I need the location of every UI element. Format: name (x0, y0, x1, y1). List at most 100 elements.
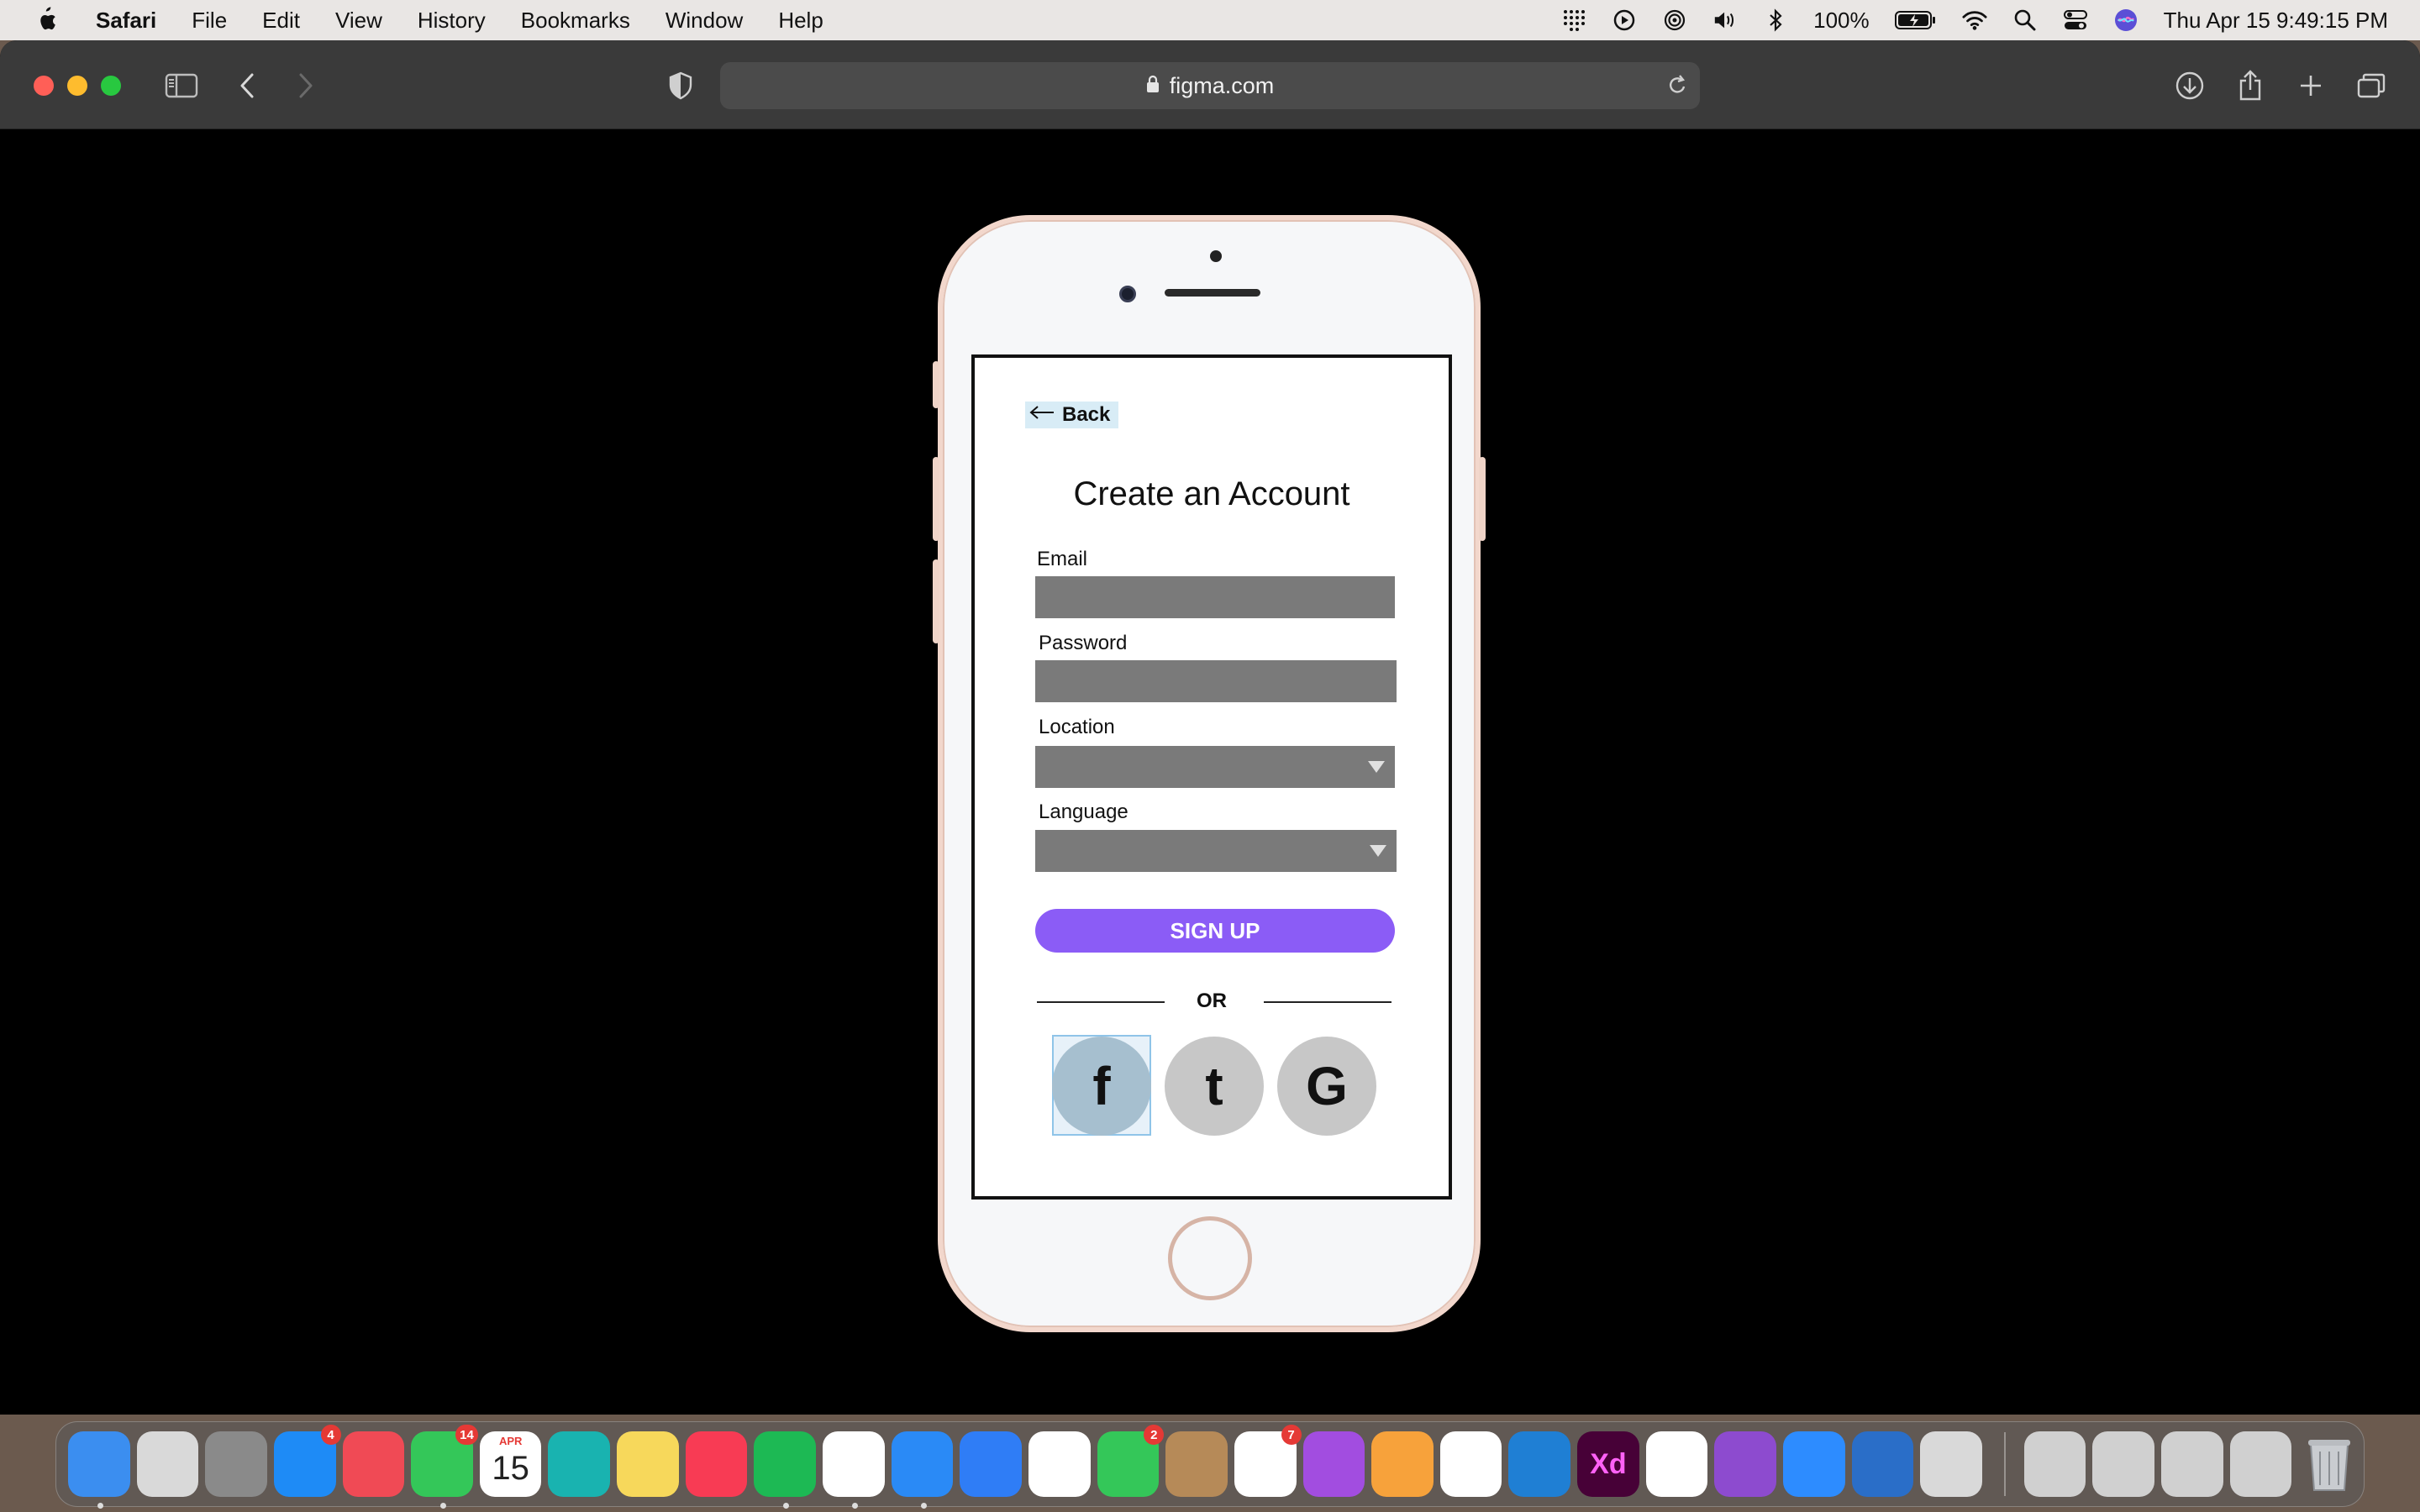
dock-messages-icon[interactable]: 14 (411, 1425, 478, 1509)
home-button (1168, 1216, 1252, 1300)
bluetooth-icon[interactable] (1763, 8, 1788, 33)
front-camera (1119, 286, 1136, 302)
menu-bookmarks[interactable]: Bookmarks (521, 8, 630, 34)
siri-icon[interactable] (2113, 8, 2139, 33)
play-circle-icon[interactable] (1612, 8, 1637, 33)
dock-slack-icon[interactable] (1439, 1431, 1502, 1497)
dock-safari-icon[interactable] (891, 1431, 954, 1509)
control-center-icon[interactable] (2063, 8, 2088, 33)
dock-notes-icon[interactable] (617, 1431, 679, 1497)
dock-creative-cloud-icon[interactable] (1645, 1431, 1708, 1497)
dock-chrome-icon[interactable] (823, 1431, 885, 1509)
menu-history[interactable]: History (418, 8, 486, 34)
arrow-left-icon (1028, 403, 1055, 427)
dock-photos-icon[interactable] (1028, 1431, 1091, 1497)
running-indicator (97, 1503, 103, 1509)
calendar-day: 15 (492, 1450, 529, 1487)
dock-calendar-icon[interactable]: APR 15 (479, 1431, 542, 1497)
menu-window[interactable]: Window (666, 8, 743, 34)
location-select[interactable] (1035, 746, 1395, 788)
power-button (1479, 457, 1486, 541)
battery-icon[interactable] (1894, 8, 1937, 33)
privacy-shield-icon[interactable] (657, 62, 704, 109)
close-window-button[interactable] (34, 76, 54, 96)
proximity-sensor (1210, 250, 1222, 262)
dock-facetime-icon[interactable]: 2 (1097, 1425, 1165, 1497)
earpiece-speaker (1165, 289, 1260, 297)
volume-down-button (933, 559, 939, 643)
dock-music-icon[interactable] (685, 1431, 748, 1497)
dock-trash-icon[interactable] (2298, 1431, 2360, 1497)
divider-right (1264, 1001, 1392, 1003)
dock-vs-code-icon[interactable] (1508, 1431, 1571, 1497)
web-content: Back Create an Account Email Password Lo… (0, 129, 2420, 1415)
battery-percentage: 100% (1813, 7, 1870, 33)
twitter-login-button[interactable]: t (1165, 1037, 1264, 1136)
notification-badge: 4 (320, 1425, 341, 1445)
email-field[interactable] (1035, 576, 1395, 618)
sidebar-toggle-icon[interactable] (158, 62, 205, 109)
running-indicator (920, 1503, 927, 1509)
language-select[interactable] (1035, 830, 1397, 872)
menu-edit[interactable]: Edit (262, 8, 300, 34)
dock-recent-window-1-icon[interactable] (2161, 1431, 2223, 1497)
dock-separator (2003, 1432, 2006, 1496)
downloads-icon[interactable] (2166, 62, 2213, 109)
phone-screen: Back Create an Account Email Password Lo… (971, 354, 1452, 1200)
dock-launchpad-icon[interactable] (136, 1431, 199, 1497)
language-label: Language (1039, 801, 1128, 823)
airdrop-icon[interactable] (1662, 8, 1687, 33)
dock-contacts-icon[interactable] (1165, 1431, 1228, 1497)
back-button[interactable]: Back (1025, 402, 1119, 428)
spotlight-search-icon[interactable] (2012, 8, 2038, 33)
reload-icon[interactable] (1666, 74, 1688, 103)
dock-system-preferences-icon[interactable] (205, 1431, 267, 1497)
apple-menu-icon[interactable] (34, 7, 67, 34)
dock-finder-icon[interactable] (68, 1431, 130, 1509)
minimize-window-button[interactable] (67, 76, 87, 96)
address-bar[interactable]: figma.com (720, 62, 1700, 109)
dock-fitbit-icon[interactable] (548, 1431, 611, 1497)
signup-button[interactable]: SIGN UP (1035, 909, 1395, 953)
dock-sketch-icon[interactable] (1851, 1431, 1914, 1497)
grid-dots-icon[interactable] (1561, 8, 1586, 33)
forward-navigation-icon[interactable] (282, 62, 329, 109)
dock-recent-window-2-icon[interactable] (2229, 1431, 2292, 1497)
dock-recent-document-1-icon[interactable] (2023, 1431, 2086, 1497)
facebook-login-button[interactable]: f (1052, 1037, 1151, 1136)
dropdown-arrow-icon (1370, 845, 1386, 857)
tab-overview-icon[interactable] (2348, 62, 2395, 109)
share-icon[interactable] (2227, 62, 2274, 109)
back-navigation-icon[interactable] (224, 62, 271, 109)
safari-toolbar: figma.com (0, 40, 2420, 129)
menubar-clock[interactable]: Thu Apr 15 9:49:15 PM (2164, 8, 2388, 34)
menu-app-name[interactable]: Safari (96, 8, 156, 34)
dock-calculator-icon[interactable] (1920, 1431, 1982, 1497)
dock-zoom-icon[interactable] (1783, 1431, 1845, 1497)
dock-app-store-icon[interactable]: 4 (273, 1425, 341, 1497)
url-text: figma.com (1169, 72, 1275, 98)
dock-mail-icon[interactable] (960, 1431, 1022, 1497)
google-login-button[interactable]: G (1277, 1037, 1376, 1136)
dock-github-desktop-icon[interactable] (1714, 1431, 1777, 1497)
running-indicator (440, 1503, 447, 1509)
new-tab-icon[interactable] (2287, 62, 2334, 109)
menu-help[interactable]: Help (778, 8, 823, 34)
dock-podcasts-icon[interactable] (1302, 1431, 1365, 1497)
password-field[interactable] (1035, 660, 1397, 702)
menu-view[interactable]: View (335, 8, 382, 34)
volume-icon[interactable] (1712, 8, 1738, 33)
dock-recent-document-2-icon[interactable] (2092, 1431, 2155, 1497)
dock-reminders-icon[interactable]: 7 (1234, 1425, 1302, 1497)
dock-adobe-xd-icon[interactable]: Xd (1577, 1431, 1639, 1497)
wifi-icon[interactable] (1962, 8, 1987, 33)
dock: 4 14 APR 15 2 7 Xd (55, 1421, 2365, 1509)
menu-file[interactable]: File (192, 8, 227, 34)
dock-spotify-icon[interactable] (754, 1431, 817, 1509)
dropdown-arrow-icon (1368, 761, 1385, 773)
zoom-window-button[interactable] (101, 76, 121, 96)
running-indicator (783, 1503, 790, 1509)
dock-pages-icon[interactable] (1371, 1431, 1434, 1497)
menu-bar: Safari File Edit View History Bookmarks … (0, 0, 2420, 40)
dock-news-icon[interactable] (342, 1431, 405, 1497)
